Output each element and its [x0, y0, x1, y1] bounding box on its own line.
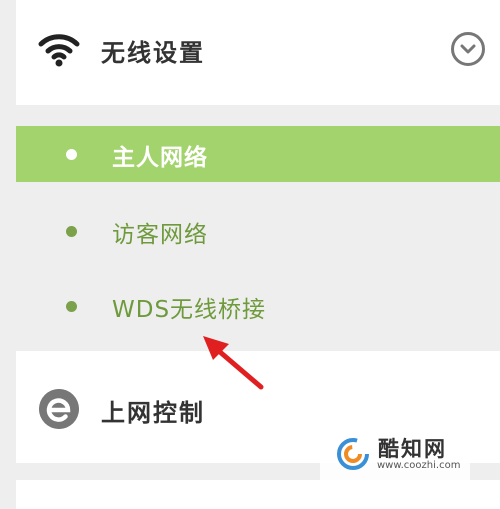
internet-control-title: 上网控制 — [101, 399, 205, 427]
red-arrow-annotation — [203, 336, 264, 390]
settings-sidebar: 无线设置 主人网络 访客网络 WDS无线桥接 上网控制 酷知网 www.cooz… — [0, 0, 500, 509]
bullet-icon — [66, 149, 77, 160]
submenu-item-label: 访客网络 — [112, 222, 208, 248]
watermark-url: www.coozhi.com — [377, 460, 461, 471]
next-menu-card[interactable] — [16, 480, 500, 509]
chevron-down-icon[interactable] — [451, 32, 485, 66]
wireless-settings-menu[interactable]: 无线设置 — [16, 0, 500, 105]
watermark: 酷知网 www.coozhi.com — [320, 425, 470, 481]
watermark-name: 酷知网 — [378, 437, 447, 461]
submenu-item-wds-bridge[interactable]: WDS无线桥接 — [16, 278, 500, 334]
submenu-item-main-network[interactable]: 主人网络 — [16, 126, 500, 182]
wireless-settings-title: 无线设置 — [101, 39, 205, 67]
coozhi-logo-icon — [337, 438, 369, 470]
e-icon — [39, 389, 79, 429]
bullet-icon — [66, 301, 77, 312]
bullet-icon — [66, 226, 77, 237]
submenu-item-label: 主人网络 — [112, 145, 208, 171]
submenu-item-guest-network[interactable]: 访客网络 — [16, 203, 500, 259]
submenu-item-label: WDS无线桥接 — [112, 297, 267, 323]
wifi-icon — [38, 34, 80, 67]
